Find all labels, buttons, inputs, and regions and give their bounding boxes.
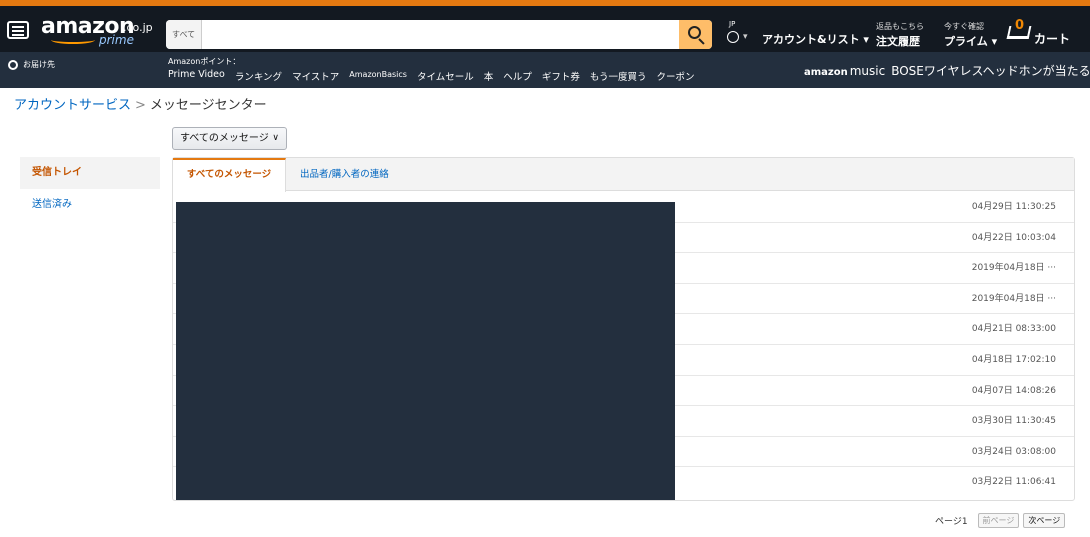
message-panel: すべてのメッセージ 出品者/購入者の連絡 04月29日 11:30:25 04月…: [172, 157, 1075, 501]
nav-link-ranking[interactable]: ランキング: [235, 69, 282, 83]
message-date: 2019年04月18日 ···: [971, 263, 1056, 274]
smile-arrow-icon: [51, 36, 95, 44]
breadcrumb-current: メッセージセンター: [149, 98, 267, 113]
cart-icon: [1006, 26, 1032, 39]
message-date: 04月29日 11:30:25: [971, 202, 1056, 212]
nav-link-amazon-basics[interactable]: AmazonBasics: [349, 70, 407, 83]
nav-link-books[interactable]: 本: [484, 69, 494, 83]
message-filter-dropdown[interactable]: すべてのメッセージ ∨: [172, 127, 287, 150]
sidebar-item-inbox[interactable]: 受信トレイ: [20, 157, 160, 189]
message-date: 03月24日 03:08:00: [971, 446, 1056, 457]
search-bar: すべて ▾: [166, 20, 712, 49]
tab-seller-buyer[interactable]: 出品者/購入者の連絡: [300, 158, 389, 191]
redacted-region: [176, 202, 675, 500]
pagination: ページ1 前ページ 次ページ: [935, 512, 1066, 528]
sidebar-item-sent[interactable]: 送信済み: [20, 189, 160, 221]
nav-header: amazon .co.jp prime すべて ▾ JP ▾ アカウント&リスト…: [0, 0, 1090, 52]
hamburger-menu-icon[interactable]: [7, 21, 29, 39]
message-date: 04月07日 14:08:26: [971, 385, 1056, 396]
globe-icon: [727, 31, 739, 43]
account-lists-menu[interactable]: アカウント&リスト ▾: [762, 31, 869, 47]
nav-links: Prime Video ランキング マイストア AmazonBasics タイム…: [168, 69, 705, 83]
cart-link[interactable]: 0 カート: [1006, 18, 1086, 48]
nav-link-gift-cards[interactable]: ギフト券: [542, 69, 580, 83]
message-date: 04月22日 10:03:04: [971, 232, 1056, 243]
tab-all-messages[interactable]: すべてのメッセージ: [173, 158, 286, 192]
next-page-button[interactable]: 次ページ: [1023, 512, 1066, 528]
prime-menu[interactable]: 今すぐ確認 プライム ▾: [944, 21, 997, 49]
amazon-points[interactable]: Amazonポイント：: [168, 56, 240, 67]
orders-link[interactable]: 返品もこちら 注文履歴: [876, 21, 924, 49]
nav-link-my-store[interactable]: マイストア: [292, 69, 339, 83]
sidebar: 受信トレイ 送信済み: [20, 157, 160, 221]
search-category-dropdown[interactable]: すべて ▾: [166, 20, 202, 49]
message-date: 04月21日 08:33:00: [971, 324, 1056, 335]
caret-down-icon: ▾: [743, 32, 748, 42]
breadcrumb: アカウントサービス > メッセージセンター: [14, 98, 267, 113]
nav-link-help[interactable]: ヘルプ: [503, 69, 532, 83]
page-indicator: ページ1: [935, 516, 968, 527]
nav-link-buy-again[interactable]: もう一度買う: [590, 69, 647, 83]
message-date: 03月30日 11:30:45: [971, 416, 1056, 427]
nav-link-coupons[interactable]: クーポン: [657, 69, 695, 83]
message-date: 03月22日 11:06:41: [971, 477, 1056, 488]
breadcrumb-account-service[interactable]: アカウントサービス: [14, 98, 131, 113]
chevron-down-icon: ∨: [272, 133, 279, 143]
promo-banner[interactable]: amazon music BOSEワイヤレスヘッドホンが当たる: [804, 60, 1090, 79]
amazon-music-logo: amazon music: [804, 64, 886, 78]
prev-page-button[interactable]: 前ページ: [977, 512, 1020, 528]
location-pin-icon: [8, 60, 18, 70]
message-tabs: すべてのメッセージ 出品者/購入者の連絡: [173, 158, 1074, 192]
message-date: 04月18日 17:02:10: [971, 354, 1056, 365]
message-date: 2019年04月18日 ···: [971, 293, 1056, 304]
search-input[interactable]: [203, 20, 680, 49]
search-button[interactable]: [679, 20, 712, 49]
nav-link-time-sale[interactable]: タイムセール: [417, 69, 474, 83]
language-selector[interactable]: JP ▾: [727, 20, 757, 48]
sub-nav: お届け先 Amazonポイント： Prime Video ランキング マイストア…: [0, 52, 1090, 88]
amazon-prime-logo[interactable]: amazon .co.jp prime: [41, 14, 161, 48]
nav-link-prime-video[interactable]: Prime Video: [168, 69, 225, 83]
